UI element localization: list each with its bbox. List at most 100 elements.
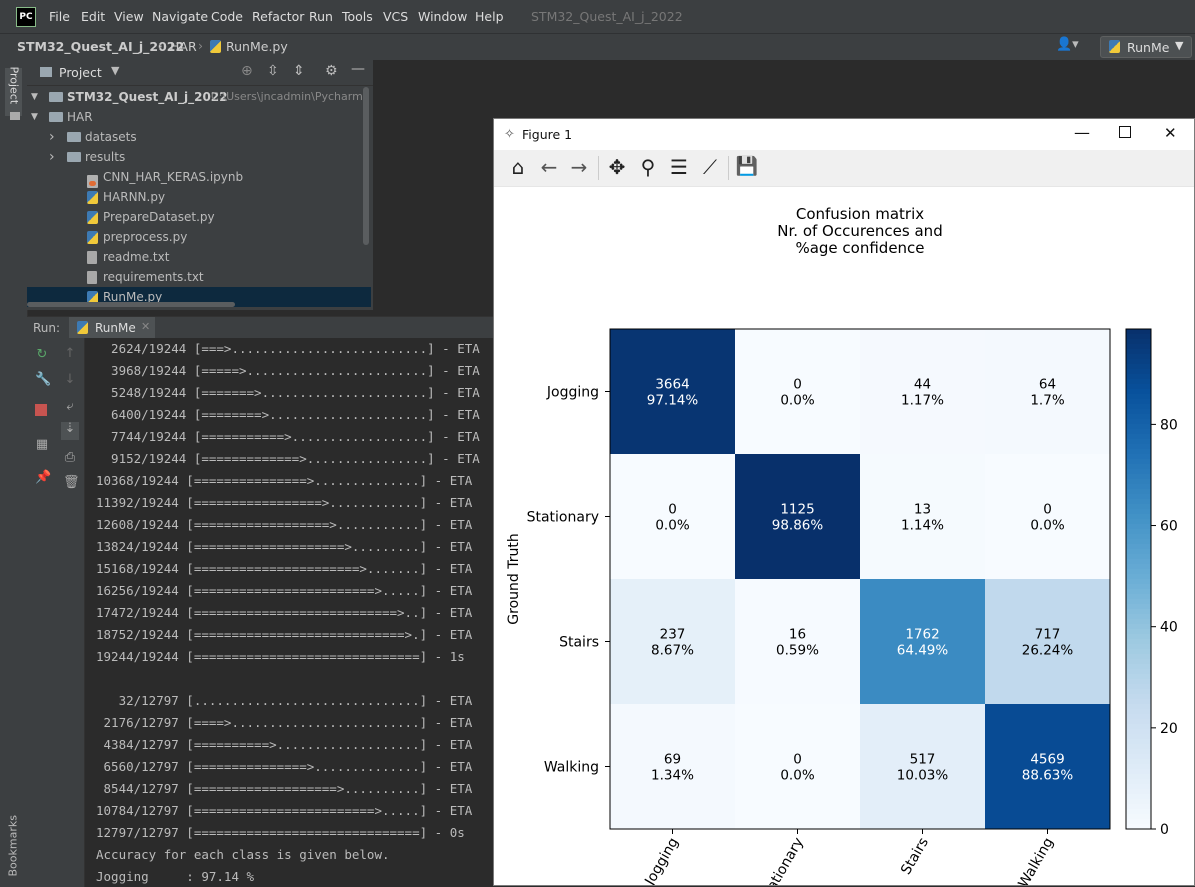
run-configuration-select[interactable]: RunMe ▼	[1100, 36, 1192, 58]
arrow-up-icon[interactable]: ↑	[63, 347, 77, 361]
layout-icon[interactable]: ▦	[35, 438, 49, 452]
menu-item-vcs[interactable]: VCS	[383, 9, 408, 24]
console-line: 2176/12797 [====>.......................…	[96, 715, 473, 730]
colorbar-segment	[1126, 474, 1151, 480]
close-icon[interactable]: ✕	[141, 320, 150, 333]
menu-item-help[interactable]: Help	[475, 9, 504, 24]
cell-count-label: 0	[668, 502, 677, 518]
project-root-name: STM32_Quest_AI_j_2022	[67, 90, 228, 104]
menu-item-refactor[interactable]: Refactor	[252, 9, 304, 24]
chevron-down-icon: ▼	[1175, 39, 1184, 52]
menu-item-navigate[interactable]: Navigate	[152, 9, 208, 24]
python-file-icon	[87, 211, 98, 224]
chevron-down-icon[interactable]: ▼	[111, 64, 119, 77]
tree-item[interactable]: › results	[27, 147, 371, 167]
collapse-all-icon[interactable]: ⇕	[293, 63, 305, 79]
project-view-label[interactable]: Project	[59, 65, 102, 80]
tree-item[interactable]: readme.txt	[27, 247, 371, 267]
colorbar-segment	[1126, 604, 1151, 610]
tree-root[interactable]: ▼ STM32_Quest_AI_j_2022 C:\Users\jncadmi…	[27, 87, 371, 107]
chevron-down-icon[interactable]: ▼	[31, 107, 38, 127]
menu-item-run[interactable]: Run	[309, 9, 333, 24]
menu-item-window[interactable]: Window	[418, 9, 467, 24]
zoom-icon[interactable]: ⚲	[634, 153, 662, 181]
soft-wrap-icon[interactable]: ⤶	[63, 400, 77, 414]
breadcrumb-folder[interactable]: HAR	[170, 39, 197, 54]
colorbar-segment	[1126, 479, 1151, 485]
menu-item-edit[interactable]: Edit	[81, 9, 105, 24]
colorbar-segment	[1126, 509, 1151, 515]
print-icon[interactable]: ⎙	[63, 451, 77, 465]
scroll-to-end-icon[interactable]: ⇣	[61, 422, 79, 440]
colorbar-segment	[1126, 369, 1151, 375]
bookmarks-tool-tab[interactable]: Bookmarks	[5, 810, 22, 880]
close-icon[interactable]: ✕	[1164, 124, 1177, 142]
cell-percent-label: 98.86%	[772, 518, 824, 534]
tree-item[interactable]: HARNN.py	[27, 187, 371, 207]
home-icon[interactable]: ⌂	[504, 153, 532, 181]
toolbar-separator	[598, 156, 599, 180]
pan-icon[interactable]: ✥	[603, 153, 631, 181]
expand-all-icon[interactable]: ⇳	[267, 63, 279, 79]
colorbar-segment	[1126, 364, 1151, 370]
folder-icon	[49, 92, 63, 102]
minimize-icon[interactable]: —	[1074, 123, 1090, 142]
configure-icon[interactable]: ☰	[665, 153, 693, 181]
chevron-right-icon[interactable]: ›	[49, 127, 55, 147]
tree-item[interactable]: PrepareDataset.py	[27, 207, 371, 227]
colorbar-segment	[1126, 404, 1151, 410]
colorbar-segment	[1126, 664, 1151, 670]
menu-item-code[interactable]: Code	[211, 9, 243, 24]
cell-percent-label: 97.14%	[647, 393, 699, 409]
gear-icon[interactable]: ⚙	[325, 63, 338, 79]
colorbar-segment	[1126, 394, 1151, 400]
console-line: 19244/19244 [===========================…	[96, 649, 465, 664]
tree-item[interactable]: CNN_HAR_KERAS.ipynb	[27, 167, 371, 188]
colorbar-segment	[1126, 334, 1151, 340]
console-line: 3968/19244 [=====>......................…	[96, 363, 480, 378]
cell-percent-label: 1.17%	[901, 393, 944, 409]
figure-titlebar: ✧ Figure 1 — ✕	[494, 119, 1194, 150]
back-icon[interactable]: ←	[535, 153, 563, 181]
wrench-icon[interactable]: 🔧	[35, 373, 51, 387]
pin-icon[interactable]: 📌	[35, 471, 51, 485]
breadcrumb-file[interactable]: RunMe.py	[226, 39, 288, 54]
tree-item[interactable]: › datasets	[27, 127, 371, 147]
console-output[interactable]: 2624/19244 [===>........................…	[85, 338, 495, 887]
colorbar-segment	[1126, 579, 1151, 585]
tree-item[interactable]: ▼ HAR	[27, 107, 371, 127]
console-line: 4384/12797 [==========>.................…	[96, 737, 473, 752]
menu-item-tools[interactable]: Tools	[342, 9, 373, 24]
x-tick-label: Jogging	[642, 835, 682, 885]
user-account-button[interactable]: 👤▾	[1056, 37, 1086, 57]
colorbar-segment	[1126, 454, 1151, 460]
tree-item[interactable]: preprocess.py	[27, 227, 371, 247]
colorbar-segment	[1126, 339, 1151, 345]
colorbar-segment	[1126, 379, 1151, 385]
rerun-icon[interactable]: ↻	[35, 348, 49, 362]
project-panel: Project ▼ ⊕ ⇳ ⇕ ⚙ — ▼ STM32_Quest_AI_j_2…	[27, 60, 373, 310]
y-tick-label: Stairs	[559, 635, 599, 651]
edit-axis-icon[interactable]: ⟋	[696, 153, 724, 181]
tree-item-label: readme.txt	[103, 250, 170, 264]
tree-item[interactable]: requirements.txt	[27, 267, 371, 287]
arrow-down-icon[interactable]: ↓	[63, 373, 77, 387]
chevron-right-icon[interactable]: ›	[49, 147, 55, 167]
figure-toolbar: ⌂ ← → ✥ ⚲ ☰ ⟋ 💾	[494, 150, 1194, 187]
menu-item-view[interactable]: View	[114, 9, 144, 24]
forward-icon[interactable]: →	[565, 153, 593, 181]
save-icon[interactable]: 💾	[733, 153, 761, 181]
project-hscrollbar[interactable]	[27, 302, 235, 307]
menu-item-file[interactable]: File	[49, 9, 70, 24]
project-scrollbar[interactable]	[363, 87, 369, 245]
hide-panel-icon[interactable]: —	[351, 61, 365, 77]
project-view-icon	[40, 67, 52, 77]
trash-icon[interactable]: 🗑	[63, 476, 80, 490]
cell-count-label: 64	[1039, 377, 1056, 393]
stop-icon[interactable]	[35, 404, 47, 416]
maximize-icon[interactable]	[1119, 126, 1131, 138]
colorbar-segment	[1126, 699, 1151, 705]
project-tool-tab[interactable]: Project	[5, 67, 22, 116]
colorbar-segment	[1126, 779, 1151, 785]
locate-icon[interactable]: ⊕	[241, 63, 253, 79]
